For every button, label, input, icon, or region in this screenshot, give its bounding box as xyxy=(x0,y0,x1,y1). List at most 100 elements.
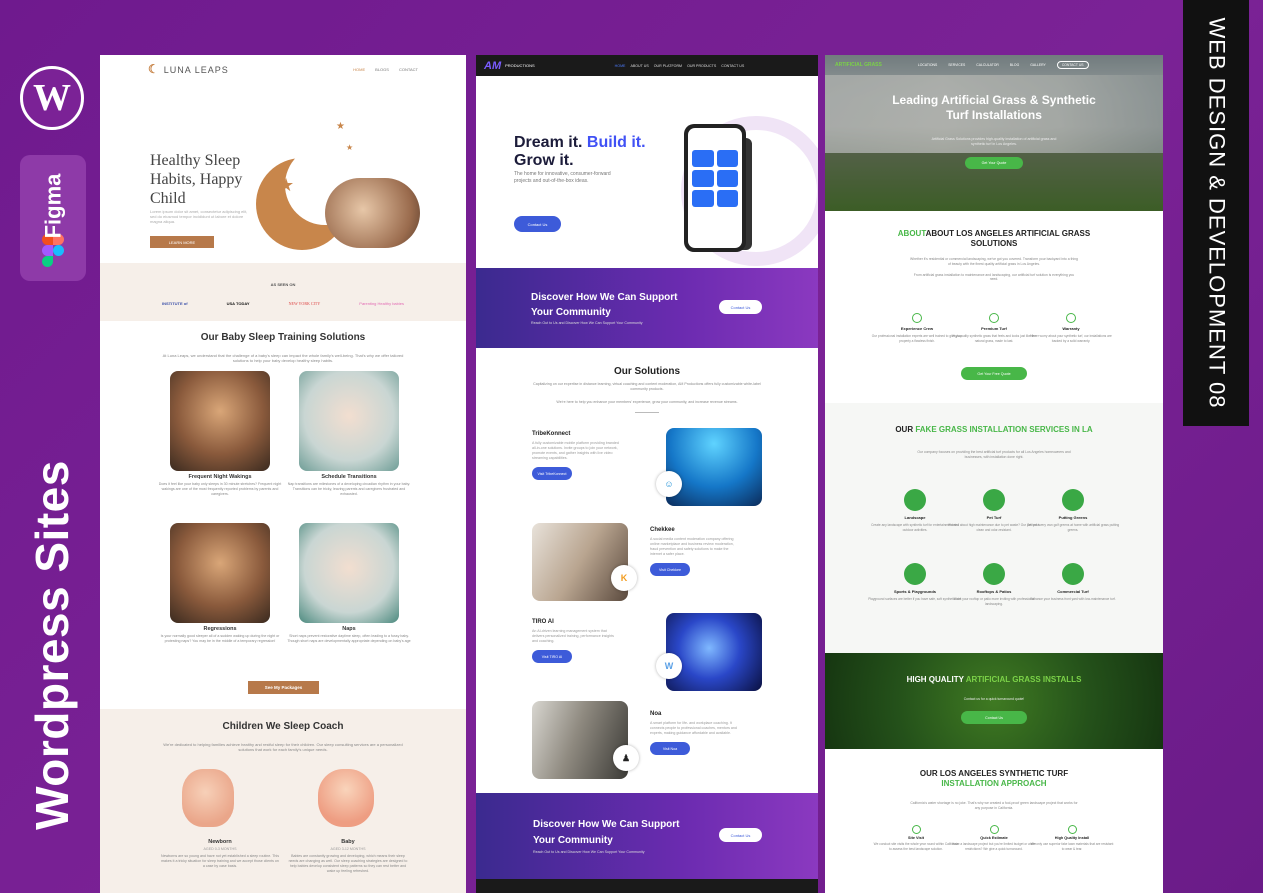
luna-nav: ☾ LUNA LEAPS HOME BLOGS CONTACT xyxy=(100,55,466,83)
nav-contact[interactable]: CONTACT xyxy=(399,67,418,72)
baby-photo xyxy=(299,371,399,471)
solutions-text: Capitalizing on our expertise in distanc… xyxy=(533,382,761,391)
coach-text: We're dedicated to helping families achi… xyxy=(163,742,403,752)
nav-home[interactable]: HOME xyxy=(353,67,365,72)
see-packages-button[interactable]: See My Packages xyxy=(248,681,319,694)
contact-us-button[interactable]: Contact Us xyxy=(961,711,1027,724)
contact-us-button[interactable]: Contact Us xyxy=(514,216,561,232)
visit-noa-button[interactable]: Visit Noa xyxy=(650,742,690,755)
solutions-text-2: We're here to help you enhance your memb… xyxy=(556,400,738,404)
coach-title: Children We Sleep Coach xyxy=(222,721,344,732)
solution-card[interactable]: Regressions Is your normally good sleepe… xyxy=(161,523,279,644)
solution-card[interactable]: Naps Short naps prevent restorative dayt… xyxy=(287,523,411,644)
newborn-illustration xyxy=(182,769,234,827)
star-icon: ★ xyxy=(278,175,295,195)
baby-photo xyxy=(170,523,270,623)
approach-step: Site Visit We conduct site visits the who… xyxy=(873,825,959,851)
about-text-2: From artificial grass installation to ma… xyxy=(913,272,1075,282)
grass-logo[interactable]: ARTIFICIAL GRASS xyxy=(835,62,882,68)
free-quote-button[interactable]: Get Your Free Quote xyxy=(961,367,1027,380)
get-quote-button[interactable]: Get Your Quote xyxy=(965,157,1023,169)
press-logo: NEW YORK CITY xyxy=(288,301,321,306)
warranty-icon xyxy=(1066,313,1076,323)
baby-photo xyxy=(170,371,270,471)
approach-step: Quick Estimate Have a landscape project b… xyxy=(951,825,1037,851)
visit-chekkee-button[interactable]: Visit Chekkee xyxy=(650,563,690,576)
two-men-photo xyxy=(532,701,628,779)
solution-card[interactable]: Schedule Transitions Nap transitions are… xyxy=(288,371,410,497)
product-noa: Noa A smart platform for life- and workp… xyxy=(650,711,738,755)
solutions-text: At Luna Leaps, we understand that the ch… xyxy=(162,353,404,363)
grass-hero-title: Leading Artificial Grass & Synthetic Tur… xyxy=(892,93,1096,122)
press-logo: Parenting Healthy babies xyxy=(359,301,404,306)
contact-us-button[interactable]: Contact Us xyxy=(719,828,762,842)
luna-hero-title: Healthy Sleep Habits, Happy Child xyxy=(150,152,243,207)
artificial-grass-screenshot: ARTIFICIAL GRASS LOCATIONS SERVICES CALC… xyxy=(825,55,1163,893)
phone-mockup xyxy=(684,124,746,252)
services-text: Our company focuses on providing the bes… xyxy=(917,450,1071,459)
nav-contact[interactable]: CONTACT US xyxy=(721,64,744,68)
concert-photo xyxy=(666,428,762,506)
turf-icon xyxy=(989,313,999,323)
solutions-title: Our Solutions xyxy=(613,366,681,377)
service-commercial[interactable]: Commercial Turf Enhance your business fro… xyxy=(1025,563,1121,602)
press-logo: USA TODAY xyxy=(226,301,250,306)
wordpress-icon: W xyxy=(20,66,84,130)
luna-logo[interactable]: ☾ LUNA LEAPS xyxy=(148,62,229,76)
contact-us-button[interactable]: Contact Us xyxy=(719,300,762,314)
nav-blogs[interactable]: BLOGS xyxy=(375,67,389,72)
product-tiro-ai: TIRO AI An AI-driven learning management… xyxy=(532,619,620,663)
am-hero-title: Dream it. Build it. Grow it. xyxy=(514,134,646,169)
baby-photo xyxy=(299,523,399,623)
am-productions-screenshot: AM PRODUCTIONS HOME ABOUT US OUR PLATFORM… xyxy=(476,55,818,893)
site-visit-icon xyxy=(911,825,921,834)
nav-platform[interactable]: OUR PLATFORM xyxy=(654,64,682,68)
playground-icon xyxy=(904,563,926,585)
community-band: Discover How We Can Support Your Communi… xyxy=(476,268,818,348)
learn-more-button[interactable]: LEARN MORE xyxy=(150,236,214,248)
grass-hero-sub: Artificial Grass Solutions provides high… xyxy=(931,137,1057,146)
tiro-logo-icon: W xyxy=(656,653,682,679)
baby-illustration xyxy=(318,769,374,827)
approach-text: California's water shortage is no joke. … xyxy=(910,801,1078,810)
page-title: Wordpress Sites xyxy=(26,460,79,830)
services-title: OUR FAKE GRASS INSTALLATION SERVICES IN … xyxy=(895,425,1093,434)
am-logo[interactable]: AM PRODUCTIONS xyxy=(484,60,535,72)
am-nav: AM PRODUCTIONS HOME ABOUT US OUR PLATFORM… xyxy=(476,55,818,76)
crew-icon xyxy=(912,313,922,323)
moon-icon: ☾ xyxy=(148,62,160,76)
figma-badge: Figma xyxy=(20,155,86,281)
approach-section: OUR LOS ANGELES SYNTHETIC TURF INSTALLATI… xyxy=(825,769,1163,811)
nav-calculator[interactable]: CALCULATOR xyxy=(976,63,998,67)
as-seen-on: AS SEEN ON INSTITUTE of USA TODAY NEW YO… xyxy=(100,263,466,321)
ai-face-photo xyxy=(666,613,762,691)
rooftop-icon xyxy=(983,563,1005,585)
install-icon xyxy=(1067,825,1077,834)
services-section: OUR FAKE GRASS INSTALLATION SERVICES IN … xyxy=(825,403,1163,653)
am-hero-sub: The home for innovative, consumer-forwar… xyxy=(514,171,611,184)
nav-blog[interactable]: BLOG xyxy=(1010,63,1019,67)
footer xyxy=(476,879,818,893)
nav-about[interactable]: ABOUT US xyxy=(630,64,648,68)
nav-locations[interactable]: LOCATIONS xyxy=(918,63,937,67)
nav-gallery[interactable]: GALLERY xyxy=(1030,63,1046,67)
nav-products[interactable]: OUR PRODUCTS xyxy=(687,64,716,68)
chekkee-logo-icon: K xyxy=(611,565,637,591)
grass-nav: ARTIFICIAL GRASS LOCATIONS SERVICES CALC… xyxy=(825,59,1163,71)
estimate-icon xyxy=(989,825,999,834)
solutions-title: Our Baby Sleep Training Solutions xyxy=(200,332,366,343)
nav-services[interactable]: SERVICES xyxy=(948,63,965,67)
golf-icon xyxy=(1062,489,1084,511)
nav-contact-button[interactable]: CONTACT US xyxy=(1056,61,1089,69)
visit-tiro-button[interactable]: Visit TIRO AI xyxy=(532,650,572,663)
pet-icon xyxy=(983,489,1005,511)
woman-laptop-photo xyxy=(532,523,628,601)
solution-card[interactable]: Frequent Night Wakings Does it feel like… xyxy=(159,371,281,497)
am-hero: Dream it. Build it. Grow it. The home for… xyxy=(476,76,818,268)
visit-tribekonnect-button[interactable]: Visit TribeKonnect xyxy=(532,467,572,480)
nav-home[interactable]: HOME xyxy=(615,64,626,68)
coach-section: Children We Sleep Coach We're dedicated … xyxy=(100,709,466,893)
approach-step: High Quality Install We only use superior… xyxy=(1029,825,1115,851)
service-putting-greens[interactable]: Putting Greens Get your very own golf gre… xyxy=(1025,489,1121,532)
star-icon: ★ xyxy=(346,143,354,152)
